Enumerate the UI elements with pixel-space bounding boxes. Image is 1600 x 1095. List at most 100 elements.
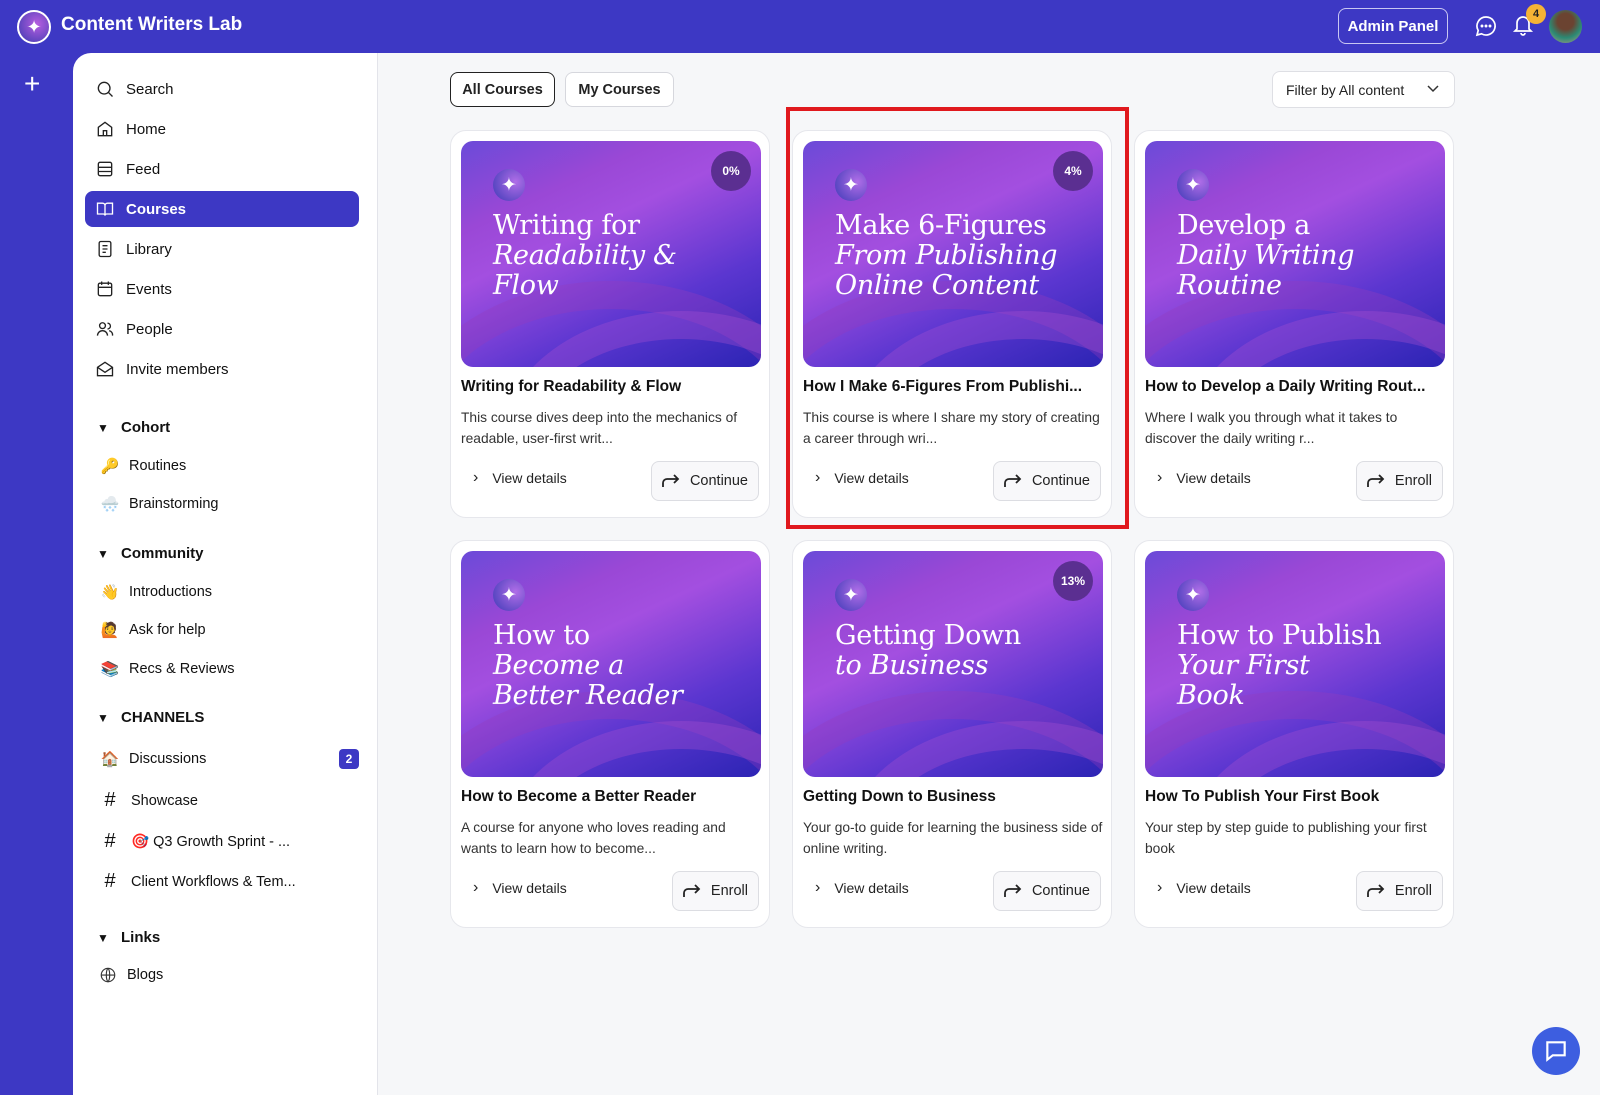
channel-q3-growth-sprint[interactable]: # 🎯 Q3 Growth Sprint - ... — [99, 830, 359, 853]
sparkle-icon: ✦ — [1177, 579, 1209, 611]
chevron-down-icon — [1427, 85, 1439, 93]
section-cohort[interactable]: ▼ Cohort — [97, 419, 170, 436]
cover-title: Getting Down to Business — [835, 620, 1021, 681]
course-cover-image[interactable]: ✦ Getting Down to Business 13% — [803, 551, 1103, 777]
forward-arrow-icon — [1004, 884, 1022, 897]
course-title[interactable]: Getting Down to Business — [803, 788, 1108, 806]
space-recs-reviews[interactable]: 📚 Recs & Reviews — [99, 660, 359, 678]
nav-label: Home — [126, 120, 167, 138]
space-ask-for-help[interactable]: 🙋 Ask for help — [99, 621, 359, 639]
chevron-right-icon: › — [473, 879, 479, 896]
link-blogs[interactable]: Blogs — [99, 966, 359, 984]
course-card[interactable]: ✦ Develop a Daily Writing Routine How to D… — [1134, 130, 1454, 518]
course-cover-image[interactable]: ✦ Develop a Daily Writing Routine — [1145, 141, 1445, 367]
section-community[interactable]: ▼ Community — [97, 545, 204, 562]
people-icon — [96, 322, 114, 336]
section-links[interactable]: ▼ Links — [97, 929, 160, 946]
add-community-button[interactable]: + — [24, 68, 40, 100]
notification-badge: 4 — [1526, 4, 1546, 24]
sidebar-item-events[interactable]: Events — [85, 271, 359, 307]
space-brainstorming[interactable]: 🌨️ Brainstorming — [99, 495, 359, 513]
action-label: Enroll — [710, 883, 748, 899]
channel-label: Client Workflows & Tem... — [131, 873, 296, 890]
space-introductions[interactable]: 👋 Introductions — [99, 583, 359, 601]
book-icon — [96, 202, 114, 216]
community-logo-icon[interactable]: ✦ — [17, 10, 51, 44]
brand-name[interactable]: Content Writers Lab — [61, 14, 242, 36]
sparkle-icon: ✦ — [493, 579, 525, 611]
enroll-button[interactable]: Enroll — [1355, 871, 1443, 911]
space-label: Routines — [129, 458, 187, 474]
chat-support-button[interactable] — [1532, 1027, 1580, 1075]
view-details-label: View details — [492, 470, 567, 486]
chevron-right-icon: › — [1157, 879, 1163, 896]
chevron-right-icon: › — [1157, 469, 1163, 486]
space-routines[interactable]: 🔑 Routines — [99, 457, 359, 475]
filter-dropdown[interactable]: Filter by All content — [1272, 71, 1455, 108]
course-card[interactable]: ✦ How to Publish Your First Book How To Pu… — [1134, 540, 1454, 928]
view-details-link[interactable]: › View details — [473, 469, 567, 487]
unread-badge: 2 — [339, 749, 359, 769]
view-details-link[interactable]: › View details — [1157, 469, 1251, 487]
envelope-icon — [96, 361, 114, 377]
section-title: CHANNELS — [121, 709, 205, 726]
admin-panel-button[interactable]: Admin Panel — [1338, 8, 1448, 44]
course-title[interactable]: Writing for Readability & Flow — [461, 378, 766, 396]
course-cover-image[interactable]: ✦ How to Publish Your First Book — [1145, 551, 1445, 777]
course-description: Where I walk you through what it takes t… — [1145, 410, 1398, 446]
tab-my-courses[interactable]: My Courses — [565, 72, 674, 107]
section-channels[interactable]: ▼ CHANNELS — [97, 709, 204, 726]
hash-icon: # — [104, 830, 116, 852]
course-title[interactable]: How to Become a Better Reader — [461, 788, 766, 806]
space-label: Brainstorming — [129, 496, 219, 512]
continue-button[interactable]: Continue — [650, 461, 759, 501]
search-icon — [97, 81, 113, 97]
sidebar-item-library[interactable]: Library — [85, 231, 359, 267]
forward-arrow-icon — [683, 884, 701, 897]
sidebar-item-feed[interactable]: Feed — [85, 151, 359, 187]
sidebar-item-invite-members[interactable]: Invite members — [85, 351, 359, 387]
course-card[interactable]: ✦ How to Become a Better Reader How to Bec… — [450, 540, 770, 928]
cover-title: Develop a Daily Writing Routine — [1177, 210, 1355, 301]
course-card[interactable]: ✦ Writing for Readability & Flow 0% Writin… — [450, 130, 770, 518]
enroll-button[interactable]: Enroll — [671, 871, 759, 911]
cover-title: Writing for Readability & Flow — [493, 210, 677, 301]
view-details-label: View details — [492, 880, 567, 896]
user-avatar[interactable] — [1549, 10, 1582, 43]
sparkle-icon: ✦ — [1177, 169, 1209, 201]
books-emoji-icon: 📚 — [100, 661, 120, 678]
chevron-right-icon: › — [815, 879, 821, 896]
chat-icon[interactable] — [1474, 14, 1498, 38]
action-label: Enroll — [1394, 883, 1432, 899]
filter-label: Filter by All content — [1286, 81, 1405, 98]
action-label: Continue — [689, 473, 748, 489]
chevron-down-icon: ▼ — [97, 546, 109, 561]
cloud-emoji-icon: 🌨️ — [100, 496, 120, 513]
sidebar-item-search[interactable]: Search — [85, 71, 359, 107]
action-label: Enroll — [1394, 473, 1432, 489]
chevron-down-icon: ▼ — [97, 930, 109, 945]
view-details-label: View details — [1176, 470, 1251, 486]
continue-button[interactable]: Continue — [992, 871, 1101, 911]
course-cover-image[interactable]: ✦ Writing for Readability & Flow 0% — [461, 141, 761, 367]
enroll-button[interactable]: Enroll — [1355, 461, 1443, 501]
top-bar: ✦ Content Writers Lab Admin Panel 4 — [0, 0, 1600, 53]
course-card[interactable]: ✦ Getting Down to Business 13% Getting Do… — [792, 540, 1112, 928]
sidebar-item-courses[interactable]: Courses — [85, 191, 359, 227]
view-details-link[interactable]: › View details — [473, 879, 567, 897]
sidebar-item-people[interactable]: People — [85, 311, 359, 347]
course-cover-image[interactable]: ✦ How to Become a Better Reader — [461, 551, 761, 777]
space-label: Ask for help — [129, 622, 206, 638]
channel-client-workflows[interactable]: # Client Workflows & Tem... — [99, 870, 359, 893]
course-title[interactable]: How To Publish Your First Book — [1145, 788, 1450, 806]
forward-arrow-icon — [1367, 474, 1385, 487]
home-icon — [97, 121, 113, 137]
channel-discussions[interactable]: 🏠 Discussions 2 — [99, 749, 359, 769]
view-details-link[interactable]: › View details — [815, 879, 909, 897]
channel-showcase[interactable]: # Showcase — [99, 789, 359, 812]
sidebar-item-home[interactable]: Home — [85, 111, 359, 147]
view-details-link[interactable]: › View details — [1157, 879, 1251, 897]
course-title[interactable]: How to Develop a Daily Writing Rout... — [1145, 378, 1450, 396]
tab-all-courses[interactable]: All Courses — [450, 72, 555, 107]
course-description: Your step by step guide to publishing yo… — [1145, 820, 1427, 856]
